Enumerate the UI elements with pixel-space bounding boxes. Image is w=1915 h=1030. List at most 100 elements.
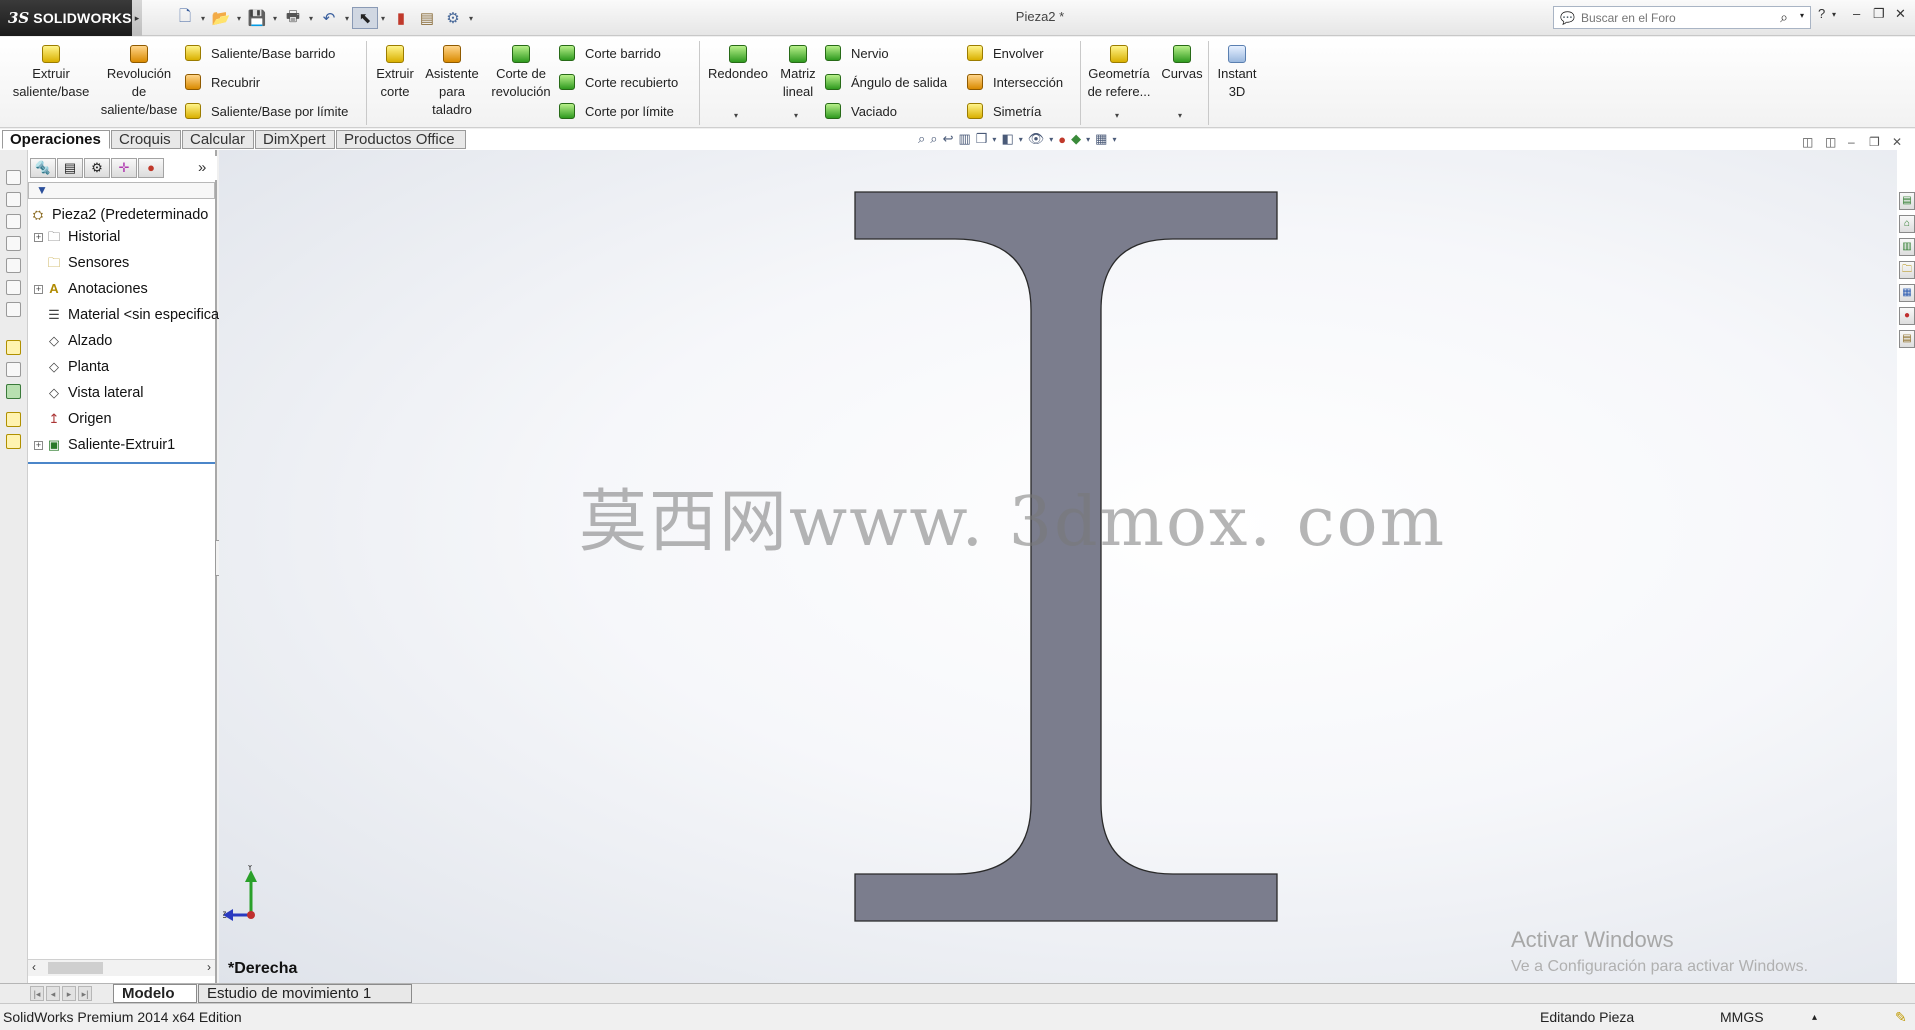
ref-geometry-dropdown-icon[interactable]: ▾ — [1115, 111, 1119, 120]
menu-expand-arrow[interactable]: ▸ — [132, 0, 142, 36]
view-settings-dropdown-icon[interactable]: ▾ — [1112, 135, 1116, 144]
expand-plus-icon[interactable]: + — [34, 284, 43, 294]
feature-tool-icon[interactable] — [6, 434, 21, 449]
select-dropdown-icon[interactable]: ▾ — [378, 14, 388, 23]
more-tabs-icon[interactable]: » — [198, 159, 206, 176]
tree-item-origen[interactable]: ↥ Origen — [46, 408, 112, 430]
tree-item-sensores[interactable]: 🗀 Sensores — [46, 252, 129, 274]
featuremanager-tab-icon[interactable]: 🔩 — [30, 158, 56, 178]
feature-tool-icon[interactable] — [6, 412, 21, 427]
lofted-cut-button[interactable]: Corte recubierto — [559, 71, 678, 93]
doc-restore-icon[interactable]: ❐ — [1869, 135, 1880, 149]
scroll-right-icon[interactable]: › — [207, 960, 211, 974]
close-icon[interactable]: ✕ — [1895, 6, 1906, 22]
reference-geometry-button[interactable]: Geometría de refere... — [1084, 45, 1154, 101]
new-document-icon[interactable]: 🗋 — [172, 7, 198, 29]
sketch-tool-icon[interactable] — [6, 192, 21, 207]
pattern-dropdown-icon[interactable]: ▾ — [794, 111, 798, 120]
tree-item-anotaciones[interactable]: + A Anotaciones — [34, 278, 148, 300]
scroll-left-icon[interactable]: ‹ — [32, 960, 36, 974]
boundary-cut-button[interactable]: Corte por límite — [559, 100, 674, 122]
restore-icon[interactable]: ❐ — [1873, 6, 1885, 22]
view-palette-icon[interactable]: ▦ — [1899, 284, 1915, 302]
help-icon[interactable]: ? — [1818, 6, 1825, 21]
tree-item-saliente-extruir1[interactable]: + ▣ Saliente-Extruir1 — [34, 434, 175, 456]
propertymanager-tab-icon[interactable]: ▤ — [57, 158, 83, 178]
instant3d-button[interactable]: Instant 3D — [1212, 45, 1262, 101]
apply-scene-icon[interactable]: ◆ — [1071, 131, 1081, 147]
boundary-boss-button[interactable]: Saliente/Base por límite — [185, 100, 348, 122]
wrap-button[interactable]: Envolver — [967, 42, 1044, 64]
tab-dimxpert[interactable]: DimXpert — [255, 130, 335, 149]
scroll-thumb[interactable] — [48, 962, 103, 974]
search-input[interactable] — [1580, 10, 1771, 25]
custom-properties-icon[interactable]: ▤ — [1899, 330, 1915, 348]
relation-icon[interactable] — [6, 362, 21, 377]
minimize-icon[interactable]: – — [1853, 6, 1860, 21]
configurationmanager-tab-icon[interactable]: ⚙ — [84, 158, 110, 178]
solidworks-logo[interactable]: 3S SOLIDWORKS — [0, 0, 132, 36]
tree-item-material[interactable]: ☰ Material <sin especificar> — [46, 304, 232, 326]
dimxpertmanager-tab-icon[interactable]: ✛ — [111, 158, 137, 178]
save-icon[interactable]: 💾 — [244, 7, 270, 29]
linear-pattern-button[interactable]: Matriz lineal — [775, 45, 821, 101]
graphics-area[interactable]: 莫西网www. 3dmox. com Activar Windows Ve a … — [219, 150, 1897, 983]
view-orientation-icon[interactable]: ❒ — [976, 131, 988, 147]
rollback-bar[interactable] — [28, 462, 215, 464]
hide-show-items-icon[interactable]: 👁 — [1028, 131, 1045, 147]
units-selector[interactable]: MMGS — [1720, 1009, 1764, 1025]
design-library-icon[interactable]: ▥ — [1899, 238, 1915, 256]
search-dropdown-icon[interactable]: ▾ — [1800, 11, 1804, 20]
view-settings-icon[interactable]: ▦ — [1095, 131, 1107, 147]
options-dropdown-icon[interactable]: ▾ — [466, 14, 476, 23]
display-style-icon[interactable]: ◧ — [1001, 131, 1013, 147]
home-icon[interactable]: ⌂ — [1899, 215, 1915, 233]
draft-button[interactable]: Ángulo de salida — [825, 71, 947, 93]
hide-show-dropdown-icon[interactable]: ▾ — [1049, 135, 1053, 144]
shell-button[interactable]: Vaciado — [825, 100, 897, 122]
doc-close-icon[interactable]: ✕ — [1892, 135, 1902, 149]
tree-item-alzado[interactable]: ◇ Alzado — [46, 330, 112, 352]
sketch-tool-icon[interactable] — [6, 170, 21, 185]
file-explorer-icon[interactable]: 🗀 — [1899, 261, 1915, 279]
print-icon[interactable]: 🖶 — [280, 7, 306, 29]
tile-horizontal-icon[interactable]: ◫ — [1802, 135, 1813, 149]
expand-plus-icon[interactable]: + — [34, 440, 43, 450]
search-icon[interactable]: ⌕ — [1780, 9, 1788, 26]
intersect-button[interactable]: Intersección — [967, 71, 1063, 93]
fillet-dropdown-icon[interactable]: ▾ — [734, 111, 738, 120]
sketch-tool-icon[interactable] — [6, 236, 21, 251]
select-cursor-icon[interactable]: ⬉ — [352, 7, 378, 29]
feature-tool-icon[interactable] — [6, 384, 21, 399]
section-view-icon[interactable]: ▥ — [958, 131, 970, 147]
tree-root-part[interactable]: ⛭ Pieza2 (Predeterminado — [30, 204, 209, 226]
tag-icon[interactable]: ✎ — [1895, 1009, 1907, 1026]
tab-operaciones[interactable]: Operaciones — [2, 130, 110, 149]
swept-cut-button[interactable]: Corte barrido — [559, 42, 661, 64]
mirror-button[interactable]: Simetría — [967, 100, 1041, 122]
tab-motion-study[interactable]: Estudio de movimiento 1 — [198, 984, 412, 1003]
solidworks-resources-icon[interactable]: ▤ — [1899, 192, 1915, 210]
curves-dropdown-icon[interactable]: ▾ — [1178, 111, 1182, 120]
edit-appearance-icon[interactable]: ● — [1058, 132, 1066, 147]
tree-item-historial[interactable]: + 🗀 Historial — [34, 226, 120, 248]
save-dropdown-icon[interactable]: ▾ — [270, 14, 280, 23]
open-dropdown-icon[interactable]: ▾ — [234, 14, 244, 23]
zoom-to-area-icon[interactable]: ⌕ — [930, 131, 937, 147]
displaymanager-tab-icon[interactable]: ● — [138, 158, 164, 178]
sketch-tool-icon[interactable] — [6, 214, 21, 229]
swept-boss-button[interactable]: Saliente/Base barrido — [185, 42, 335, 64]
undo-dropdown-icon[interactable]: ▾ — [342, 14, 352, 23]
sketch-tool-icon[interactable] — [6, 280, 21, 295]
horizontal-scrollbar[interactable]: ‹ › — [28, 959, 215, 976]
extrude-boss-button[interactable]: Extruir saliente/base — [8, 45, 94, 101]
units-dropdown-icon[interactable]: ▴ — [1812, 1012, 1817, 1023]
file-properties-icon[interactable]: ▤ — [414, 7, 440, 29]
next-tab-icon[interactable]: ▸ — [62, 986, 76, 1001]
curves-button[interactable]: Curvas — [1157, 45, 1207, 83]
tab-modelo[interactable]: Modelo — [113, 984, 197, 1003]
smart-dimension-icon[interactable] — [6, 340, 21, 355]
loft-button[interactable]: Recubrir — [185, 71, 260, 93]
scene-dropdown-icon[interactable]: ▾ — [1086, 135, 1090, 144]
orientation-dropdown-icon[interactable]: ▾ — [992, 135, 996, 144]
